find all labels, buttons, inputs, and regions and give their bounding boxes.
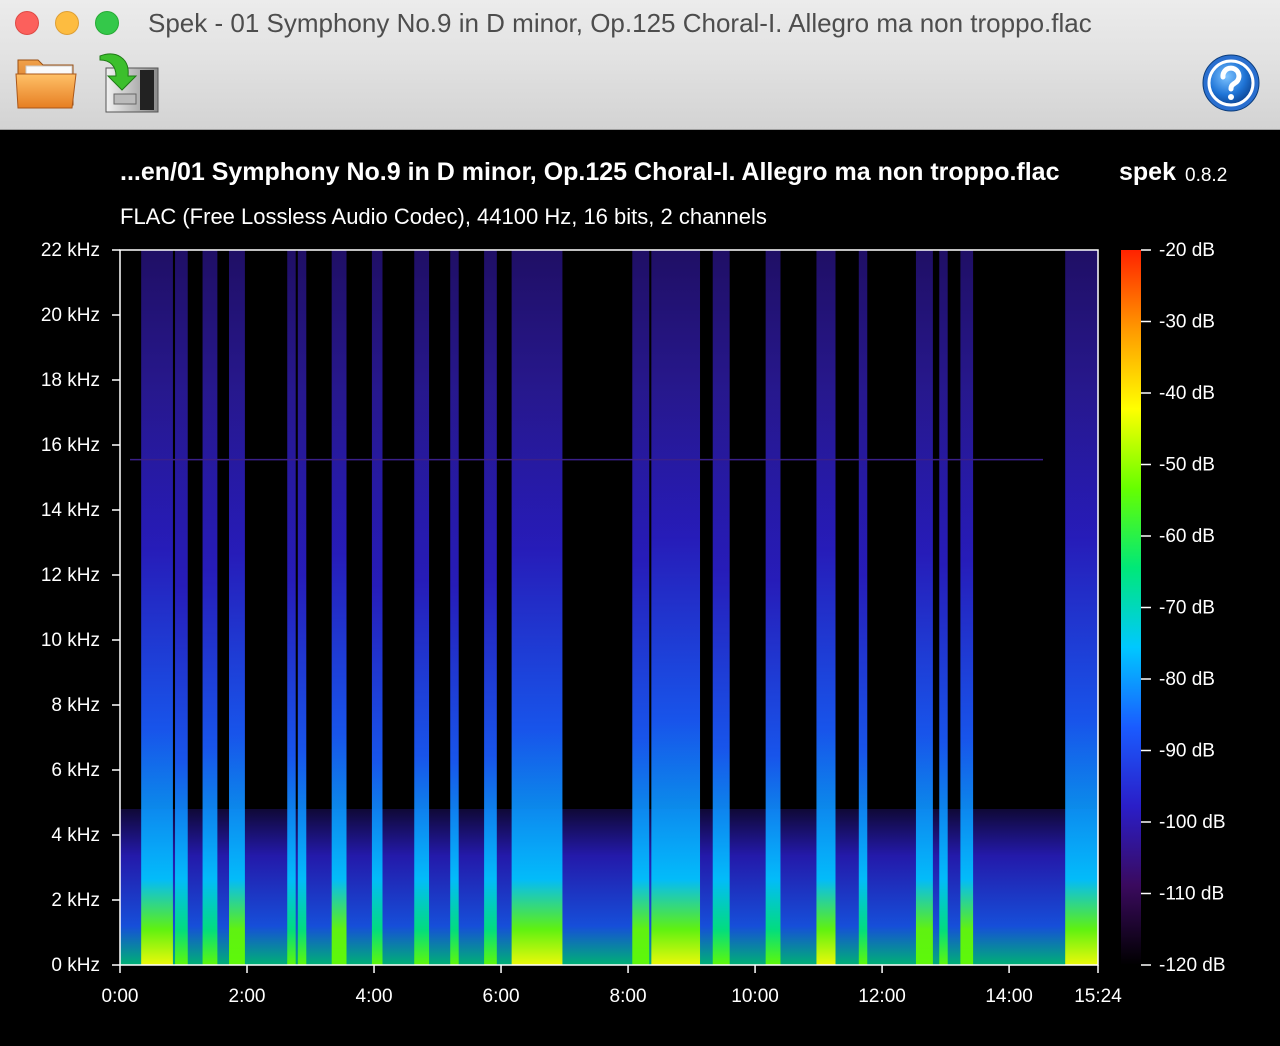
loud-section bbox=[816, 250, 836, 965]
save-spectrogram-button[interactable] bbox=[94, 50, 162, 114]
db-tick-label: -20 dB bbox=[1159, 240, 1215, 261]
loud-section bbox=[331, 250, 347, 965]
db-axis: -20 dB -30 dB -40 dB -50 dB -60 dB -70 dB -80 … bbox=[1141, 240, 1226, 976]
frequency-tick-label: 8 kHz bbox=[51, 695, 100, 716]
frequency-tick-label: 20 kHz bbox=[41, 305, 100, 326]
loud-section bbox=[765, 250, 781, 965]
loud-section bbox=[939, 250, 948, 965]
frequency-tick-label: 12 kHz bbox=[41, 565, 100, 586]
minimize-window-button[interactable] bbox=[55, 11, 79, 35]
db-tick-label: -30 dB bbox=[1159, 312, 1215, 333]
folder-icon bbox=[15, 59, 77, 109]
loud-section bbox=[414, 250, 430, 965]
spectrogram-chart: 0 kHz 2 kHz 4 kHz 6 kHz 8 kHz 10 kHz 12 kHz 14 … bbox=[41, 240, 1226, 1007]
time-tick-label: 12:00 bbox=[858, 986, 906, 1007]
save-image-icon bbox=[99, 53, 159, 113]
title-toolbar-area: Spek - 01 Symphony No.9 in D minor, Op.1… bbox=[0, 0, 1280, 130]
time-tick-label: 6:00 bbox=[483, 986, 520, 1007]
loud-section bbox=[484, 250, 497, 965]
open-file-button[interactable] bbox=[14, 52, 80, 112]
loud-section bbox=[712, 250, 730, 965]
loud-section bbox=[960, 250, 974, 965]
loud-section bbox=[1065, 250, 1098, 965]
db-tick-label: -50 dB bbox=[1159, 455, 1215, 476]
loud-section bbox=[229, 250, 245, 965]
time-tick-label: 10:00 bbox=[731, 986, 779, 1007]
time-tick-label: 14:00 bbox=[985, 986, 1033, 1007]
frequency-tick-label: 16 kHz bbox=[41, 435, 100, 456]
frequency-tick-label: 6 kHz bbox=[51, 760, 100, 781]
db-color-scale bbox=[1121, 250, 1141, 965]
loud-section bbox=[175, 250, 188, 965]
loud-section bbox=[915, 250, 933, 965]
time-tick-label: 0:00 bbox=[102, 986, 139, 1007]
close-window-button[interactable] bbox=[15, 11, 39, 35]
loud-section bbox=[297, 250, 307, 965]
frequency-tick-label: 22 kHz bbox=[41, 240, 100, 261]
spek-window: Spek - 01 Symphony No.9 in D minor, Op.1… bbox=[0, 0, 1280, 1046]
db-tick-label: -110 dB bbox=[1159, 884, 1224, 905]
db-tick-label: -100 dB bbox=[1159, 812, 1226, 833]
loud-section bbox=[632, 250, 650, 965]
loud-section bbox=[202, 250, 218, 965]
window-title: Spek - 01 Symphony No.9 in D minor, Op.1… bbox=[148, 8, 1092, 38]
loud-section bbox=[450, 250, 459, 965]
time-axis: 0:00 2:00 4:00 6:00 8:00 10:00 12:00 14:00 15:24 bbox=[102, 965, 1122, 1007]
help-button[interactable] bbox=[1200, 53, 1262, 113]
low-frequency-floor bbox=[120, 809, 1098, 965]
loud-section bbox=[287, 250, 296, 965]
frequency-tick-label: 14 kHz bbox=[41, 500, 100, 521]
loud-section bbox=[141, 250, 173, 965]
db-tick-label: -80 dB bbox=[1159, 669, 1215, 690]
frequency-tick-label: 18 kHz bbox=[41, 370, 100, 391]
spectrogram-image bbox=[120, 250, 1098, 965]
zoom-window-button[interactable] bbox=[95, 11, 119, 35]
frequency-tick-label: 10 kHz bbox=[41, 630, 100, 651]
spectrogram-view: ...en/01 Symphony No.9 in D minor, Op.12… bbox=[0, 130, 1280, 1046]
time-tick-label: 8:00 bbox=[610, 986, 647, 1007]
loud-section bbox=[858, 250, 868, 965]
help-icon bbox=[1202, 54, 1260, 112]
db-tick-label: -60 dB bbox=[1159, 526, 1215, 547]
frequency-tick-label: 0 kHz bbox=[51, 955, 100, 976]
time-tick-label: 15:24 bbox=[1074, 986, 1122, 1007]
loud-section bbox=[371, 250, 383, 965]
loud-section bbox=[511, 250, 563, 965]
time-tick-label: 4:00 bbox=[356, 986, 393, 1007]
frequency-tick-label: 2 kHz bbox=[51, 890, 100, 911]
time-tick-label: 2:00 bbox=[229, 986, 266, 1007]
frequency-axis: 0 kHz 2 kHz 4 kHz 6 kHz 8 kHz 10 kHz 12 kHz 14 … bbox=[41, 240, 120, 976]
loud-section bbox=[651, 250, 701, 965]
db-tick-label: -70 dB bbox=[1159, 598, 1215, 619]
db-tick-label: -40 dB bbox=[1159, 383, 1215, 404]
db-tick-label: -90 dB bbox=[1159, 741, 1215, 762]
frequency-tick-label: 4 kHz bbox=[51, 825, 100, 846]
db-tick-label: -120 dB bbox=[1159, 955, 1226, 976]
